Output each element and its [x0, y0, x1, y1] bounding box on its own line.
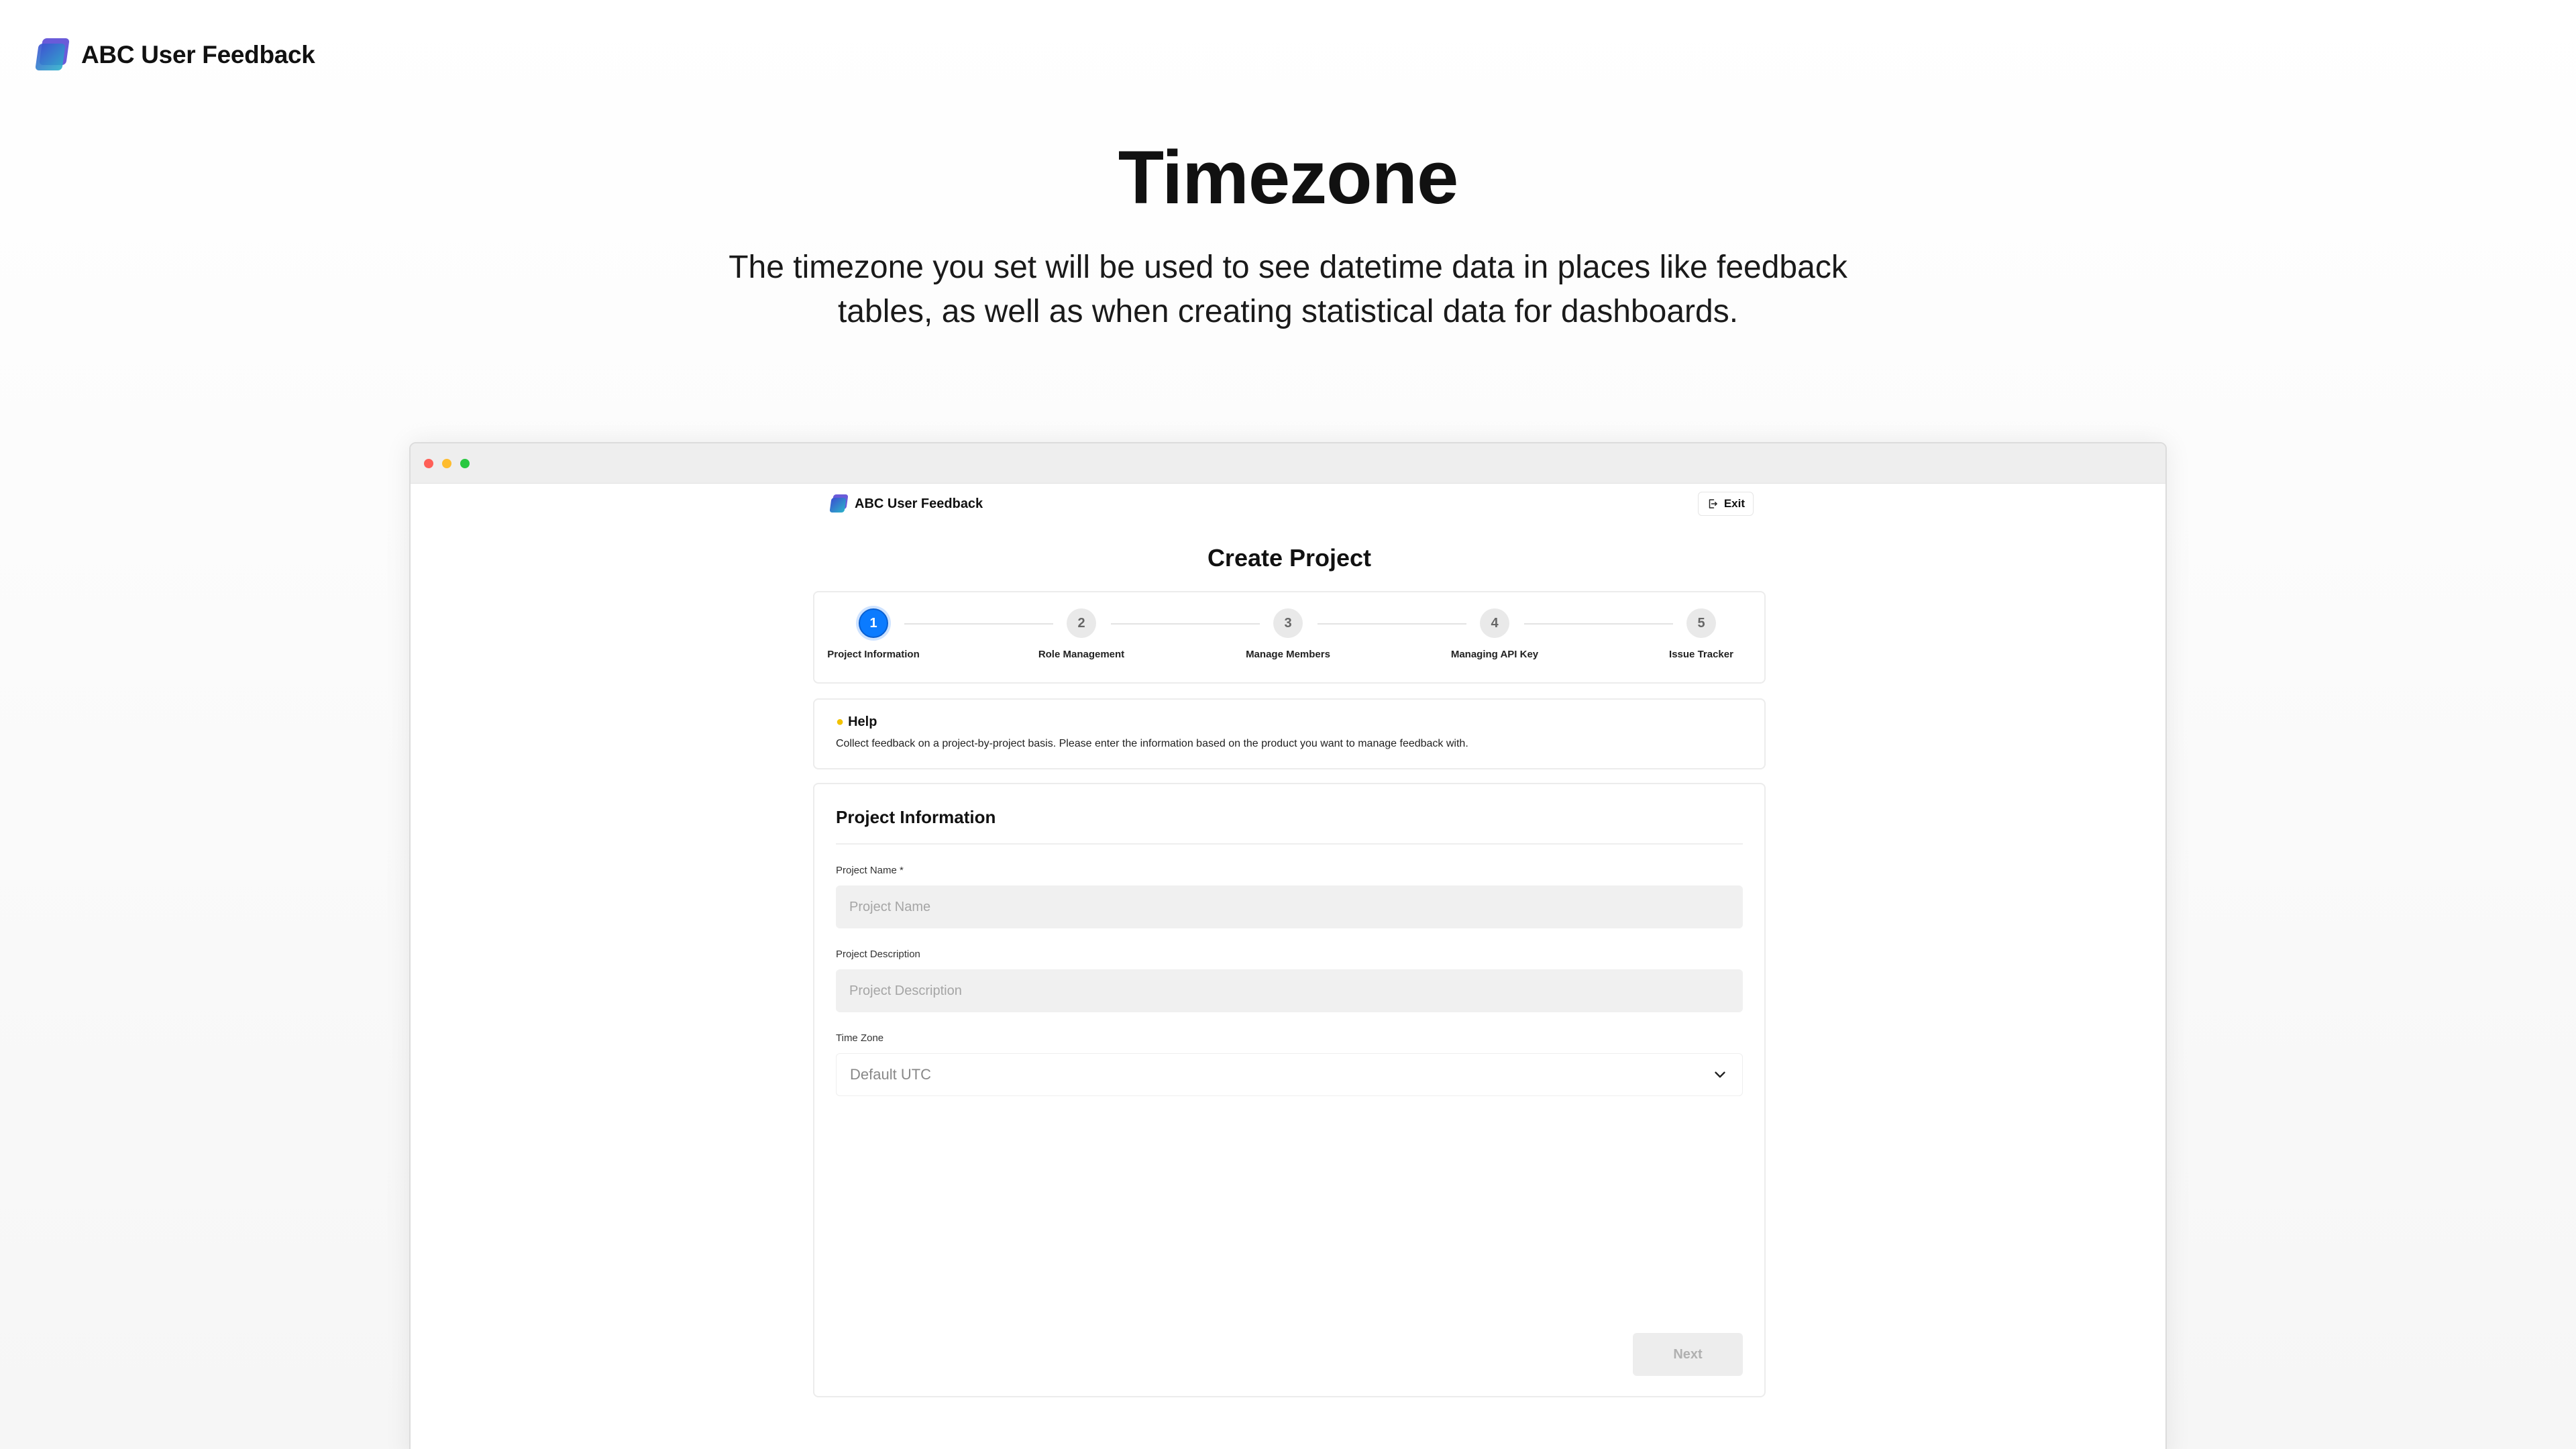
- step-number: 1: [859, 608, 888, 638]
- step-project-information[interactable]: 1 Project Information: [820, 608, 927, 660]
- maximize-window-icon[interactable]: [460, 458, 470, 468]
- chevron-down-icon: [1715, 1071, 1725, 1078]
- create-project-app: ABC User Feedback Exit Create Project 1 …: [813, 484, 1766, 1397]
- project-information-form: Project Information Project Name * Proje…: [813, 783, 1766, 1397]
- help-text: Collect feedback on a project-by-project…: [836, 738, 1468, 749]
- app-brand-name: ABC User Feedback: [855, 496, 983, 511]
- help-box: ● Help Collect feedback on a project-by-…: [813, 698, 1766, 769]
- step-number: 2: [1067, 608, 1096, 638]
- step-number: 5: [1686, 608, 1716, 638]
- step-role-management[interactable]: 2 Role Management: [1028, 608, 1135, 660]
- step-managing-api-key[interactable]: 4 Managing API Key: [1441, 608, 1548, 660]
- app-brand[interactable]: ABC User Feedback: [829, 494, 983, 513]
- timezone-label: Time Zone: [836, 1032, 884, 1044]
- step-issue-tracker[interactable]: 5 Issue Tracker: [1648, 608, 1755, 660]
- step-label: Role Management: [1038, 649, 1125, 660]
- next-button[interactable]: Next: [1633, 1333, 1743, 1376]
- step-number: 4: [1480, 608, 1509, 638]
- page-subtitle: The timezone you set will be used to see…: [729, 250, 1847, 329]
- create-project-title: Create Project: [1207, 544, 1372, 572]
- brand-logo-icon: [35, 38, 72, 72]
- exit-button[interactable]: Exit: [1697, 492, 1754, 516]
- browser-window: ABC User Feedback Exit Create Project 1 …: [409, 442, 2167, 1449]
- step-label: Manage Members: [1246, 649, 1330, 660]
- brand[interactable]: ABC User Feedback: [35, 38, 315, 72]
- step-number: 3: [1273, 608, 1303, 638]
- project-name-placeholder: Project Name: [849, 899, 931, 914]
- help-title: Help: [848, 714, 877, 729]
- project-name-input[interactable]: Project Name: [836, 885, 1743, 928]
- step-label: Managing API Key: [1450, 649, 1539, 660]
- app-header: ABC User Feedback Exit: [813, 484, 1766, 524]
- step-label: Project Information: [827, 649, 920, 660]
- form-section-title: Project Information: [836, 784, 1743, 845]
- project-name-label: Project Name *: [836, 865, 904, 876]
- exit-icon: [1709, 499, 1717, 508]
- timezone-select[interactable]: Default UTC: [836, 1053, 1743, 1096]
- exit-label: Exit: [1723, 497, 1745, 510]
- brand-name: ABC User Feedback: [81, 41, 315, 68]
- step-label: Issue Tracker: [1669, 649, 1733, 660]
- minimize-window-icon[interactable]: [442, 458, 451, 468]
- app-logo-icon: [829, 494, 849, 513]
- stepper: 1 Project Information 2 Role Management …: [813, 591, 1766, 684]
- project-description-input[interactable]: Project Description: [836, 969, 1743, 1012]
- help-header: ● Help: [836, 714, 1743, 730]
- step-manage-members[interactable]: 3 Manage Members: [1234, 608, 1342, 660]
- timezone-value: Default UTC: [850, 1066, 932, 1083]
- close-window-icon[interactable]: [424, 458, 433, 468]
- lightbulb-icon: ●: [836, 714, 845, 729]
- project-description-placeholder: Project Description: [849, 983, 962, 998]
- window-titlebar: [411, 443, 2165, 484]
- project-description-label: Project Description: [836, 949, 920, 960]
- page-title: Timezone: [1118, 136, 1459, 219]
